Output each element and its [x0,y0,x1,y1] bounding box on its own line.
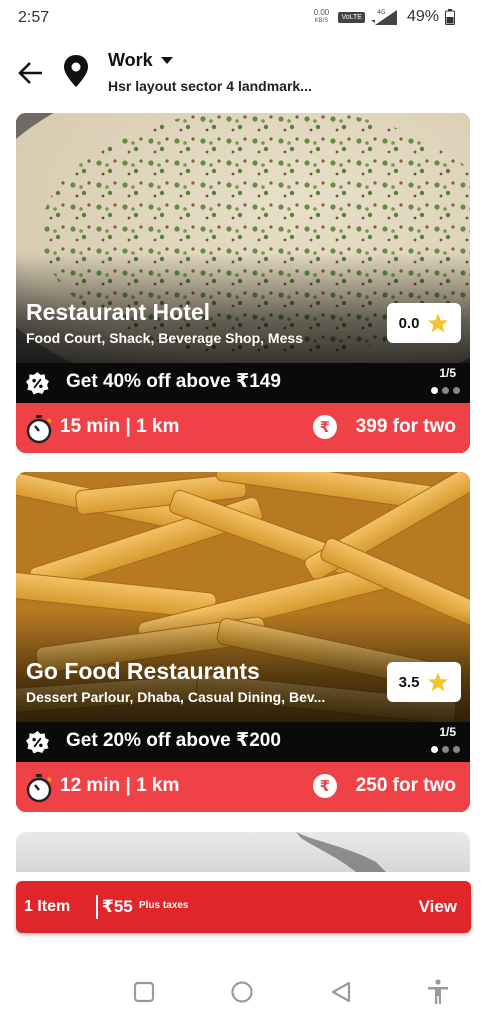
cart-bar[interactable]: 1 Item ₹55 Plus taxes View [16,881,471,933]
rating-badge: 3.5 [387,662,461,702]
carousel-dot [431,387,438,394]
volte-icon: VoLTE [338,11,365,23]
cart-taxes-note: Plus taxes [139,900,189,911]
restaurant-card-partial[interactable] [16,832,470,872]
signal-icon: 4G [370,9,397,25]
net-speed: 0.00 KB/S [313,8,330,25]
carousel-dots [431,746,460,753]
rating-value: 3.5 [398,673,420,691]
offer-band: Get 40% off above ₹149 1/5 [16,363,470,403]
page-indicator: 1/5 [439,725,456,739]
location-address[interactable]: Hsr layout sector 4 landmark... [108,78,312,94]
location-header: Work Hsr layout sector 4 landmark... [0,42,485,108]
svg-text:4G: 4G [377,9,386,16]
restaurant-card[interactable]: Restaurant Hotel Food Court, Shack, Beve… [16,113,470,453]
restaurant-cuisines: Food Court, Shack, Beverage Shop, Mess [26,330,303,346]
view-cart-button[interactable]: View [419,897,457,917]
offer-text: Get 40% off above ₹149 [66,371,281,392]
back-arrow-icon[interactable] [16,58,46,88]
restaurant-card[interactable]: Go Food Restaurants Dessert Parlour, Dha… [16,472,470,812]
rupee-icon: ₹ [313,774,337,798]
carousel-dots [431,387,460,394]
rating-badge: 0.0 [387,303,461,343]
star-icon [428,672,449,692]
discount-badge-icon [26,372,49,395]
square-nav-icon[interactable] [130,978,158,1006]
restaurant-cuisines: Dessert Parlour, Dhaba, Casual Dining, B… [26,689,326,705]
status-time: 2:57 [18,9,50,26]
timer-icon [26,774,53,803]
triangle-back-nav-icon[interactable] [327,978,355,1006]
offer-text: Get 20% off above ₹200 [66,730,281,751]
carousel-dot [442,746,449,753]
carousel-dot [453,746,460,753]
cart-total: ₹55 [102,897,133,916]
location-selector[interactable]: Work [108,50,173,71]
offer-band: Get 20% off above ₹200 1/5 [16,722,470,762]
restaurant-name: Go Food Restaurants [26,658,260,684]
delivery-info-band: 12 min | 1 km ₹ 250 for two [16,762,470,812]
cart-item-count: 1 Item [24,898,71,915]
delivery-info-band: 15 min | 1 km ₹ 399 for two [16,403,470,453]
status-bar: 2:57 0.00 KB/S VoLTE 4G 49% [0,0,485,36]
cart-divider [96,895,98,919]
time-distance: 12 min | 1 km [60,775,180,796]
restaurant-name: Restaurant Hotel [26,299,211,325]
cost-for-two: 250 for two [355,775,456,796]
battery-percent: 49% [406,8,439,25]
circle-nav-icon[interactable] [228,978,256,1006]
discount-badge-icon [26,731,49,754]
battery-icon [445,9,455,25]
page-indicator: 1/5 [439,366,456,380]
cost-for-two: 399 for two [355,416,456,437]
time-distance: 15 min | 1 km [60,416,180,437]
carousel-dot [442,387,449,394]
rating-value: 0.0 [398,314,420,332]
carousel-dot [453,387,460,394]
system-nav-bar [0,960,485,1024]
rupee-icon: ₹ [313,415,337,439]
status-indicators: 0.00 KB/S VoLTE 4G 49% [310,8,455,26]
food-image-partial [296,832,386,872]
location-label: Work [108,50,153,70]
carousel-dot [431,746,438,753]
location-pin-icon [64,55,88,87]
star-icon [428,313,449,333]
accessibility-icon[interactable] [424,978,452,1006]
caret-down-icon [160,57,173,64]
timer-icon [26,415,53,444]
